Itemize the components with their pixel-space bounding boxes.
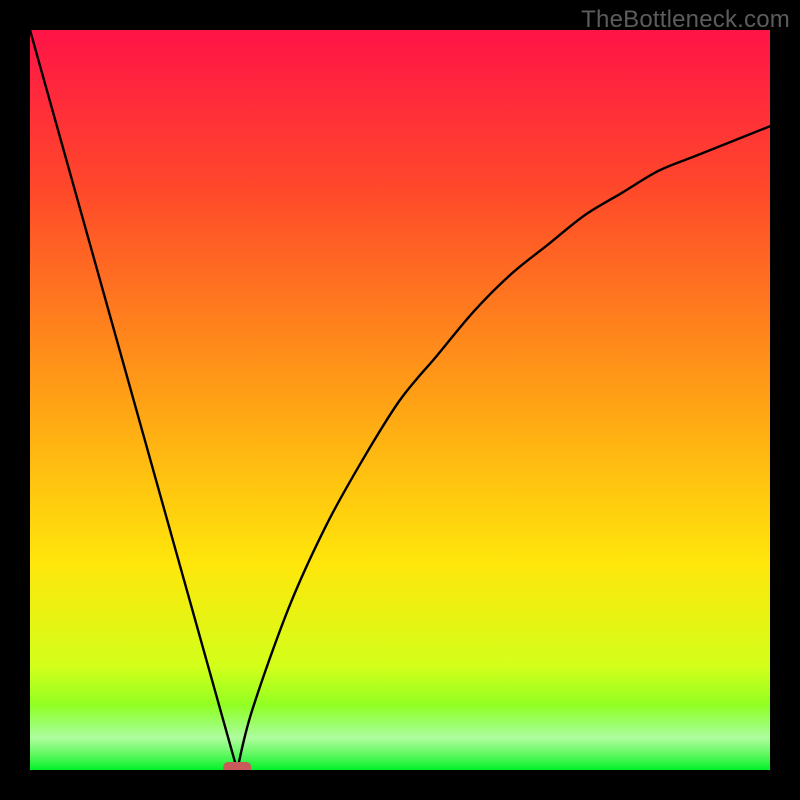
plot-area	[30, 30, 770, 770]
watermark-text: TheBottleneck.com	[581, 6, 790, 34]
highlight-band	[30, 705, 770, 770]
plot-svg	[30, 30, 770, 770]
vertex-marker	[223, 762, 251, 770]
chart-frame: TheBottleneck.com	[0, 0, 800, 800]
